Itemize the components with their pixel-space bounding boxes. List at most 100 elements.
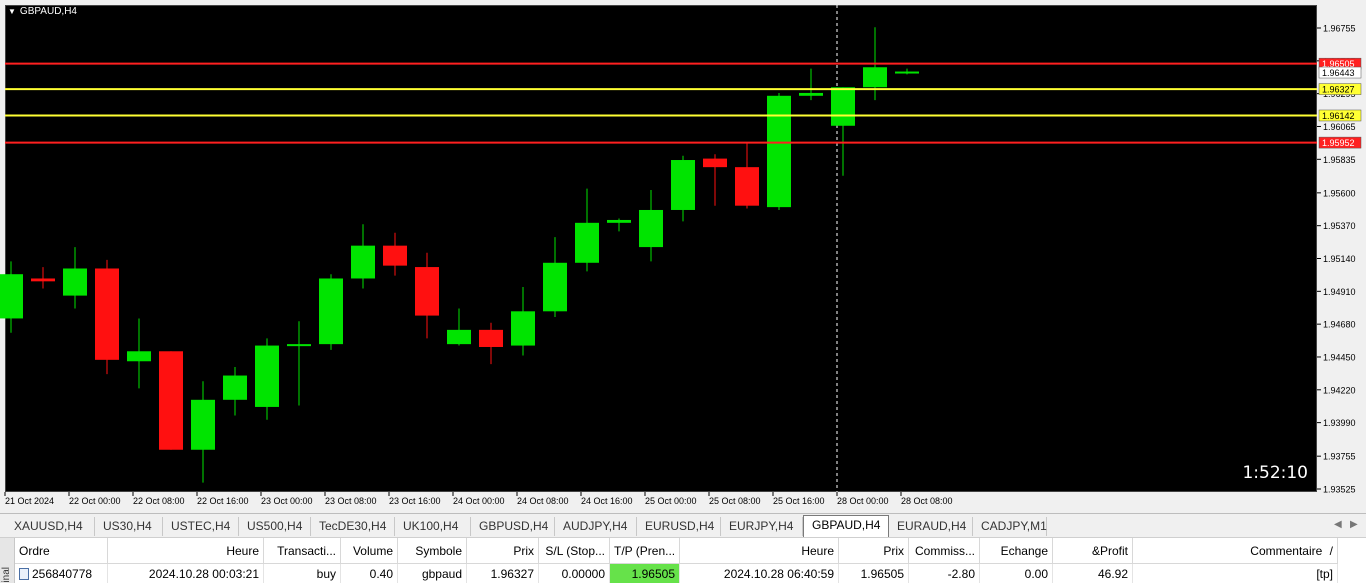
price-scale-label: 1.95140 bbox=[1323, 254, 1356, 264]
order-document-icon bbox=[19, 568, 29, 580]
tab-cadjpy-m1[interactable]: CADJPY,M1 bbox=[973, 517, 1047, 536]
price-scale-label: 1.95600 bbox=[1323, 188, 1356, 198]
column-header[interactable]: Heure bbox=[108, 538, 264, 564]
candle-body bbox=[575, 223, 599, 263]
candle-body bbox=[671, 160, 695, 210]
candle-body bbox=[479, 330, 503, 347]
price-scale-label: 1.93990 bbox=[1323, 418, 1356, 428]
table-cell: 1.96327 bbox=[467, 564, 539, 583]
tab-gbpaud-h4[interactable]: GBPAUD,H4 bbox=[803, 515, 889, 537]
column-header[interactable]: Transacti... bbox=[264, 538, 341, 564]
candle-body bbox=[447, 330, 471, 344]
column-header[interactable]: Ordre bbox=[15, 538, 108, 564]
price-scale-label: 1.94910 bbox=[1323, 287, 1356, 297]
tab-euraud-h4[interactable]: EURAUD,H4 bbox=[889, 517, 973, 536]
chart-window[interactable]: 1.967551.965251.962951.960651.958351.956… bbox=[0, 0, 1366, 513]
candle-body bbox=[159, 351, 183, 449]
level-price-label: 1.95952 bbox=[1322, 138, 1355, 148]
level-price-label: 1.96443 bbox=[1322, 68, 1355, 78]
time-scale-label: 25 Oct 08:00 bbox=[709, 496, 761, 506]
time-scale-label: 24 Oct 00:00 bbox=[453, 496, 505, 506]
candle-body bbox=[831, 87, 855, 126]
candle-body bbox=[415, 267, 439, 316]
terminal-side-label: inal bbox=[0, 538, 15, 583]
level-price-label: 1.96327 bbox=[1322, 85, 1355, 95]
tab-scroll-left-icon[interactable]: ◀ bbox=[1334, 519, 1342, 530]
candle-body bbox=[735, 167, 759, 206]
terminal-panel: inal OrdreHeureTransacti...VolumeSymbole… bbox=[0, 537, 1366, 583]
time-scale-label: 23 Oct 16:00 bbox=[389, 496, 441, 506]
column-header[interactable]: Symbole bbox=[398, 538, 467, 564]
table-cell: [tp] bbox=[1133, 564, 1338, 583]
table-cell: 0.00 bbox=[980, 564, 1053, 583]
table-cell: 1.96505 bbox=[610, 564, 680, 583]
candle-body bbox=[799, 93, 823, 96]
price-scale-label: 1.94450 bbox=[1323, 352, 1356, 362]
trade-history-table: OrdreHeureTransacti...VolumeSymbolePrixS… bbox=[15, 538, 1338, 583]
candle-body bbox=[255, 346, 279, 407]
price-scale-label: 1.96065 bbox=[1323, 122, 1356, 132]
tab-xauusd-h4[interactable]: XAUUSD,H4 bbox=[6, 517, 95, 536]
candle-body bbox=[639, 210, 663, 247]
table-cell: gbpaud bbox=[398, 564, 467, 583]
time-scale-label: 24 Oct 16:00 bbox=[581, 496, 633, 506]
column-header[interactable]: S/L (Stop... bbox=[539, 538, 610, 564]
column-header[interactable]: Echange bbox=[980, 538, 1053, 564]
chart-symbol-label[interactable]: ▼GBPAUD,H4 bbox=[8, 6, 77, 17]
tab-gbpusd-h4[interactable]: GBPUSD,H4 bbox=[471, 517, 555, 536]
table-cell: -2.80 bbox=[909, 564, 980, 583]
candle-body bbox=[767, 96, 791, 207]
time-scale-label: 23 Oct 00:00 bbox=[261, 496, 313, 506]
price-chart[interactable]: 1.967551.965251.962951.960651.958351.956… bbox=[0, 0, 1366, 513]
price-scale-label: 1.95370 bbox=[1323, 221, 1356, 231]
tab-uk100-h4[interactable]: UK100,H4 bbox=[395, 517, 471, 536]
column-header[interactable]: Prix bbox=[839, 538, 909, 564]
dropdown-arrow-icon[interactable]: ▼ bbox=[8, 7, 16, 16]
price-scale-label: 1.94680 bbox=[1323, 320, 1356, 330]
table-cell: 2024.10.28 06:40:59 bbox=[680, 564, 839, 583]
tab-us30-h4[interactable]: US30,H4 bbox=[95, 517, 163, 536]
tab-scroll-right-icon[interactable]: ▶ bbox=[1350, 519, 1358, 530]
table-cell: 0.00000 bbox=[539, 564, 610, 583]
tab-us500-h4[interactable]: US500,H4 bbox=[239, 517, 311, 536]
table-row[interactable]: 2568407782024.10.28 00:03:21buy0.40gbpau… bbox=[15, 564, 1338, 583]
candle-body bbox=[31, 278, 55, 281]
candle-body bbox=[351, 246, 375, 279]
candle-body bbox=[223, 376, 247, 400]
chart-tabs-bar: XAUUSD,H4US30,H4USTEC,H4US500,H4TecDE30,… bbox=[0, 513, 1366, 538]
tab-ustec-h4[interactable]: USTEC,H4 bbox=[163, 517, 239, 536]
tab-eurusd-h4[interactable]: EURUSD,H4 bbox=[637, 517, 721, 536]
table-cell: buy bbox=[264, 564, 341, 583]
column-header[interactable]: Commentaire / bbox=[1133, 538, 1338, 564]
price-scale-label: 1.93755 bbox=[1323, 452, 1356, 462]
column-header[interactable]: Heure bbox=[680, 538, 839, 564]
table-cell: 0.40 bbox=[341, 564, 398, 583]
table-cell: 1.96505 bbox=[839, 564, 909, 583]
candle-body bbox=[63, 268, 87, 295]
column-header[interactable]: Prix bbox=[467, 538, 539, 564]
time-scale-label: 24 Oct 08:00 bbox=[517, 496, 569, 506]
candle-body bbox=[191, 400, 215, 450]
candle-body bbox=[0, 274, 23, 318]
candle-body bbox=[287, 344, 311, 346]
time-scale-label: 28 Oct 00:00 bbox=[837, 496, 889, 506]
candle-body bbox=[95, 268, 119, 359]
table-cell: 46.92 bbox=[1053, 564, 1133, 583]
price-scale-label: 1.95835 bbox=[1323, 155, 1356, 165]
candle-body bbox=[607, 220, 631, 223]
price-scale-label: 1.96755 bbox=[1323, 24, 1356, 34]
tab-audjpy-h4[interactable]: AUDJPY,H4 bbox=[555, 517, 637, 536]
candle-body bbox=[319, 278, 343, 344]
price-scale-label: 1.94220 bbox=[1323, 385, 1356, 395]
level-price-label: 1.96142 bbox=[1322, 111, 1355, 121]
column-header[interactable]: T/P (Pren... bbox=[610, 538, 680, 564]
candle-body bbox=[863, 67, 887, 87]
tab-eurjpy-h4[interactable]: EURJPY,H4 bbox=[721, 517, 803, 536]
time-scale-label: 22 Oct 08:00 bbox=[133, 496, 185, 506]
time-scale-label: 23 Oct 08:00 bbox=[325, 496, 377, 506]
column-header[interactable]: &Profit bbox=[1053, 538, 1133, 564]
tab-tecde30-h4[interactable]: TecDE30,H4 bbox=[311, 517, 395, 536]
candle-countdown-timer: 1:52:10 bbox=[1242, 463, 1308, 483]
column-header[interactable]: Volume bbox=[341, 538, 398, 564]
column-header[interactable]: Commiss... bbox=[909, 538, 980, 564]
